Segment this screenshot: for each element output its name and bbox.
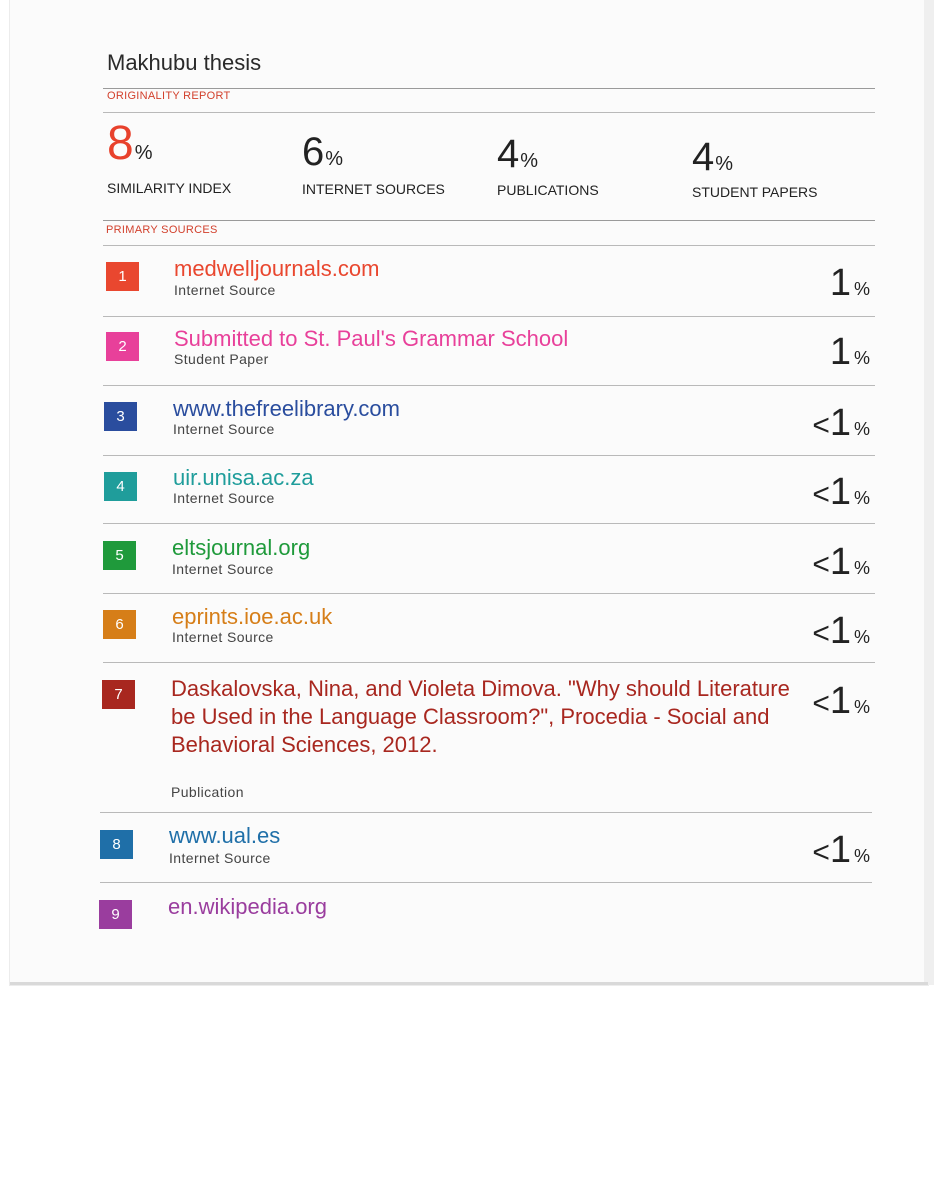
- source-percent: <1%: [812, 471, 870, 513]
- source-rank-badge: 8: [100, 830, 133, 859]
- primary-sources-divider: [103, 245, 875, 246]
- source-divider: [103, 385, 875, 386]
- stat-similarity: 8%: [107, 120, 153, 168]
- source-name-link[interactable]: eprints.ioe.ac.uk: [172, 604, 332, 630]
- source-type: Internet Source: [172, 629, 274, 645]
- source-percent: 1%: [829, 262, 870, 304]
- source-name-link[interactable]: en.wikipedia.org: [168, 894, 327, 920]
- source-name-link[interactable]: Daskalovska, Nina, and Violeta Dimova. "…: [171, 675, 791, 759]
- source-divider: [103, 455, 875, 456]
- source-percent: <1%: [812, 610, 870, 652]
- source-type: Internet Source: [173, 490, 275, 506]
- source-type: Publication: [171, 784, 244, 800]
- source-rank-badge: 2: [106, 332, 139, 361]
- source-divider: [103, 316, 875, 317]
- source-rank-badge: 9: [99, 900, 132, 929]
- source-rank-badge: 1: [106, 262, 139, 291]
- source-rank-badge: 7: [102, 680, 135, 709]
- stat-similarity-unit: %: [134, 142, 153, 164]
- stat-similarity-label: SIMILARITY INDEX: [107, 180, 232, 196]
- source-name-link[interactable]: uir.unisa.ac.za: [173, 465, 314, 491]
- source-rank-badge: 5: [103, 541, 136, 570]
- scan-edge-bottom: [10, 982, 928, 985]
- stat-internet-unit: %: [325, 148, 344, 170]
- source-divider: [100, 812, 872, 813]
- stat-internet-label: INTERNET SOURCES: [302, 181, 445, 197]
- stat-publications-unit: %: [520, 150, 539, 172]
- stat-student-value: 4: [692, 135, 715, 179]
- stat-similarity-value: 8: [107, 117, 134, 170]
- stats-divider: [103, 220, 875, 221]
- document-title: Makhubu thesis: [107, 50, 262, 75]
- stat-publications-value: 4: [497, 132, 520, 176]
- source-percent: <1%: [812, 829, 870, 871]
- primary-sources-label: PRIMARY SOURCES: [106, 224, 218, 236]
- source-percent: 1%: [829, 331, 870, 373]
- source-type: Internet Source: [173, 421, 275, 437]
- stat-publications: 4%: [497, 130, 538, 178]
- stat-student-label: STUDENT PAPERS: [692, 184, 818, 200]
- source-rank-badge: 3: [104, 402, 137, 431]
- stat-internet-value: 6: [302, 130, 325, 174]
- source-divider: [100, 882, 872, 883]
- source-type: Internet Source: [169, 850, 271, 866]
- source-percent: <1%: [812, 680, 870, 722]
- source-divider: [103, 523, 875, 524]
- stat-student-unit: %: [715, 153, 734, 175]
- originality-report-label: ORIGINALITY REPORT: [107, 90, 231, 102]
- source-name-link[interactable]: medwelljournals.com: [174, 256, 379, 282]
- source-percent: <1%: [812, 541, 870, 583]
- stat-publications-label: PUBLICATIONS: [497, 182, 599, 198]
- scan-edge-right: [924, 0, 934, 985]
- source-type: Student Paper: [174, 351, 269, 367]
- stat-internet: 6%: [302, 128, 343, 176]
- source-rank-badge: 4: [104, 472, 137, 501]
- source-name-link[interactable]: www.thefreelibrary.com: [173, 396, 400, 422]
- source-divider: [103, 593, 875, 594]
- source-name-link[interactable]: Submitted to St. Paul's Grammar School: [174, 326, 568, 352]
- source-rank-badge: 6: [103, 610, 136, 639]
- stat-student: 4%: [692, 133, 733, 181]
- source-percent: <1%: [812, 402, 870, 444]
- title-divider: [103, 88, 875, 89]
- source-name-link[interactable]: eltsjournal.org: [172, 535, 310, 561]
- source-name-link[interactable]: www.ual.es: [169, 823, 280, 849]
- source-type: Internet Source: [172, 561, 274, 577]
- source-type: Internet Source: [174, 282, 276, 298]
- source-divider: [103, 662, 875, 663]
- originality-divider: [103, 112, 875, 113]
